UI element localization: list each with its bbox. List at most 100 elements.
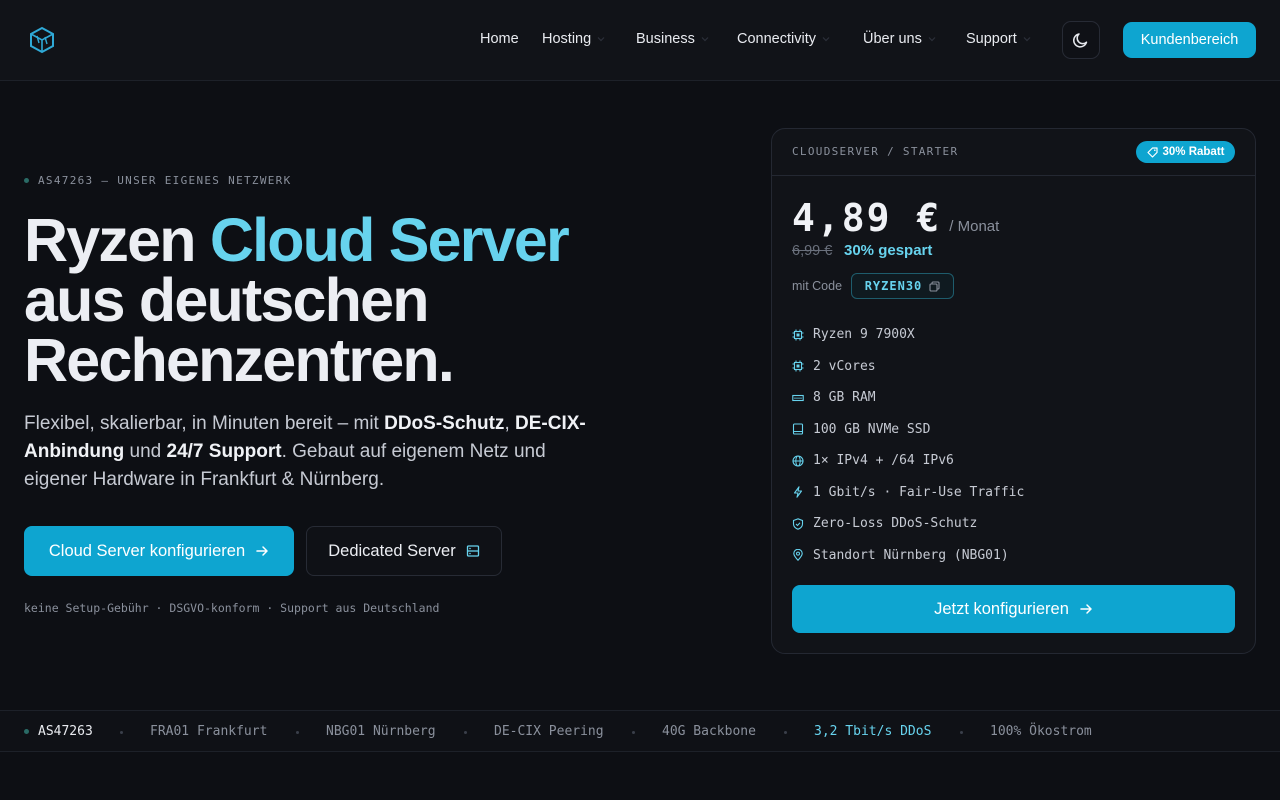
hero-subtitle: Flexibel, skalierbar, in Minuten bereit …	[24, 410, 614, 494]
savings-text: 30% gespart	[844, 242, 933, 259]
spec-item: 8 GB RAM	[792, 382, 1232, 414]
title-line2: aus deutschen	[24, 266, 430, 334]
memory-icon	[792, 394, 804, 401]
status-dot	[24, 178, 29, 183]
spec-item: 1 Gbit/s · Fair-Use Traffic	[792, 477, 1232, 509]
ticker-separator	[296, 731, 299, 734]
nav-label: Über uns	[863, 31, 922, 47]
hero-eyebrow: AS47263 — UNSER EIGENES NETZWERK	[24, 174, 292, 187]
site-header: Home Hosting Business Connectivity Über …	[0, 0, 1280, 81]
ticker-item: 100% Ökostrom	[990, 724, 1092, 739]
spec-text: Ryzen 9 7900X	[813, 327, 915, 343]
nav-business[interactable]: Business	[636, 31, 709, 47]
spec-text: Standort Nürnberg (NBG01)	[813, 547, 1009, 563]
spec-item: 2 vCores	[792, 351, 1232, 383]
ticker-item: DE-CIX Peering	[494, 724, 604, 739]
spec-item: Ryzen 9 7900X	[792, 319, 1232, 351]
price-period: / Monat	[949, 218, 1000, 235]
ticker-item: NBG01 Nürnberg	[326, 724, 436, 739]
cube-logo-icon[interactable]	[28, 26, 56, 54]
sub-text: ,	[504, 413, 515, 434]
spec-item: Standort Nürnberg (NBG01)	[792, 540, 1232, 572]
configure-cloud-server-button[interactable]: Cloud Server konfigurieren	[24, 526, 294, 576]
coupon-code: RYZEN30	[864, 279, 923, 293]
chevron-down-icon	[822, 37, 830, 42]
nav-label: Hosting	[542, 31, 592, 47]
plan-label: CLOUDSERVER / STARTER	[792, 145, 959, 158]
nav-support[interactable]: Support	[966, 31, 1031, 47]
chevron-down-icon	[597, 37, 605, 42]
ticker-separator	[960, 731, 963, 734]
pricing-card: CLOUDSERVER / STARTER 30% Rabatt 4,89 € …	[771, 128, 1256, 654]
sub-bold: 24/7 Support	[166, 441, 282, 462]
button-label: Cloud Server konfigurieren	[48, 541, 246, 560]
eyebrow-text: AS47263 — UNSER EIGENES NETZWERK	[38, 174, 292, 187]
title-line3: Rechenzentren.	[24, 326, 455, 394]
hero-title: Ryzen Cloud Server aus deutschen Rechenz…	[24, 210, 664, 391]
discount-badge: 30% Rabatt	[1136, 141, 1235, 163]
copy-icon	[929, 280, 940, 292]
kundenbereich-button[interactable]: Kundenbereich	[1123, 22, 1256, 58]
ticker-separator	[464, 731, 467, 734]
code-label: mit Code	[792, 279, 843, 293]
chevron-down-icon	[1023, 37, 1031, 42]
spec-text: 2 vCores	[813, 358, 876, 374]
ticker-item: 40G Backbone	[662, 724, 756, 739]
status-dot	[24, 729, 29, 734]
dedicated-server-button[interactable]: Dedicated Server	[306, 526, 502, 576]
cpu-icon	[792, 329, 804, 341]
ticker-item: FRA01 Frankfurt	[150, 724, 268, 739]
spec-item: 100 GB NVMe SSD	[792, 414, 1232, 446]
bolt-icon	[793, 486, 803, 498]
arrow-right-icon	[256, 546, 268, 556]
price-block: 4,89 € / Monat	[792, 196, 999, 240]
chevron-down-icon	[701, 37, 709, 42]
theme-toggle-button[interactable]	[1062, 21, 1100, 59]
sub-bold: DDoS-Schutz	[384, 413, 505, 434]
nav-label: Business	[636, 31, 695, 47]
nav-label: Connectivity	[737, 31, 816, 47]
globe-icon	[792, 455, 804, 467]
spec-item: Zero-Loss DDoS-Schutz	[792, 508, 1232, 540]
chevron-down-icon	[928, 37, 936, 42]
spec-text: 1 Gbit/s · Fair-Use Traffic	[813, 484, 1025, 500]
ticker-separator	[632, 731, 635, 734]
shield-icon	[792, 517, 804, 530]
spec-text: 100 GB NVMe SSD	[813, 421, 931, 437]
ticker-item: AS47263	[38, 724, 93, 739]
spec-text: Zero-Loss DDoS-Schutz	[813, 516, 978, 532]
ticker-separator	[784, 731, 787, 734]
coupon-code-copy-button[interactable]: RYZEN30	[851, 273, 954, 299]
server-icon	[466, 545, 479, 557]
sub-text: und	[124, 441, 167, 462]
nav-ueber-uns[interactable]: Über uns	[863, 31, 936, 47]
title-accent: Cloud Server	[209, 206, 570, 274]
spec-text: 1× IPv4 + /64 IPv6	[813, 453, 954, 469]
nav-home[interactable]: Home	[480, 31, 519, 47]
price-value: 4,89 €	[792, 196, 942, 240]
nav-label: Support	[966, 31, 1017, 47]
location-pin-icon	[793, 549, 803, 562]
spec-text: 8 GB RAM	[813, 390, 876, 406]
button-label: Dedicated Server	[328, 541, 456, 560]
ticker-item: 3,2 Tbit/s DDoS	[814, 724, 932, 739]
cpu-icon	[792, 360, 804, 372]
card-header: CLOUDSERVER / STARTER 30% Rabatt	[772, 129, 1255, 176]
network-ticker: AS47263 FRA01 Frankfurt NBG01 Nürnberg D…	[0, 710, 1280, 752]
configure-now-button[interactable]: Jetzt konfigurieren	[792, 585, 1235, 633]
ticker-separator	[120, 731, 123, 734]
nav-hosting[interactable]: Hosting	[542, 31, 605, 47]
title-part1: Ryzen	[24, 206, 210, 274]
badge-text: 30% Rabatt	[1162, 146, 1225, 158]
moon-icon	[1073, 33, 1088, 48]
arrow-right-icon	[1080, 604, 1092, 614]
nav-label: Home	[480, 31, 519, 47]
spec-item: 1× IPv4 + /64 IPv6	[792, 445, 1232, 477]
button-label: Jetzt konfigurieren	[934, 599, 1069, 618]
tag-icon	[1146, 146, 1158, 158]
spec-list: Ryzen 9 7900X 2 vCores 8 GB RAM 100 GB N…	[792, 319, 1232, 571]
disk-icon	[792, 423, 804, 435]
nav-connectivity[interactable]: Connectivity	[737, 31, 830, 47]
sub-text: Flexibel, skalierbar, in Minuten bereit …	[24, 413, 385, 434]
trust-line: keine Setup-Gebühr · DSGVO-konform · Sup…	[24, 601, 440, 615]
